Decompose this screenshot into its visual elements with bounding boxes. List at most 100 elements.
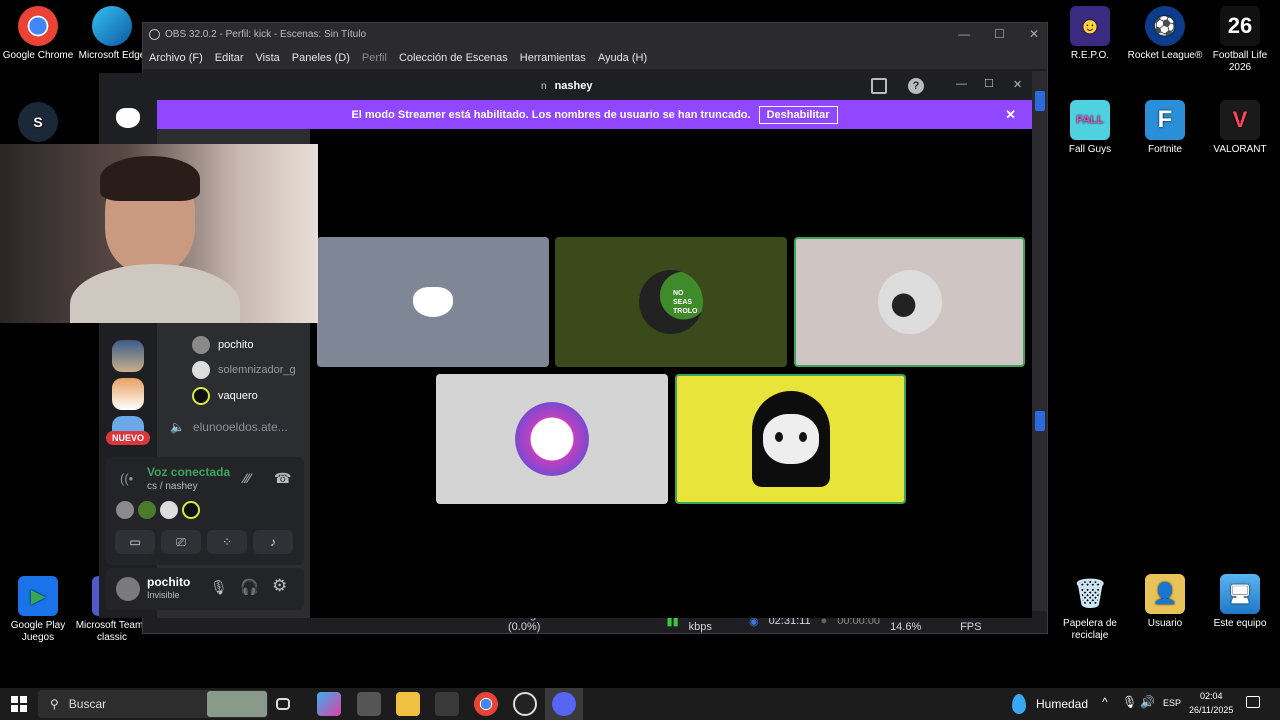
microphone-icon[interactable]: 🎙: [210, 579, 228, 596]
menu-vista[interactable]: Vista: [256, 52, 280, 64]
desktop-icon-label: Papelera de reciclaje: [1063, 618, 1117, 641]
desktop-icon-this-pc[interactable]: 🖥 Este equipo: [1202, 574, 1278, 630]
desktop-icon-label: Este equipo: [1213, 618, 1267, 629]
avatar[interactable]: [116, 577, 140, 601]
file-explorer-icon[interactable]: [396, 692, 420, 716]
avatar: [182, 501, 200, 519]
desktop-icon-edge[interactable]: Microsoft Edge: [74, 6, 150, 62]
weather-text[interactable]: Humedad: [1036, 697, 1088, 711]
close-banner-icon[interactable]: ✕: [1005, 107, 1016, 123]
discord-home-icon[interactable]: [116, 108, 140, 128]
search-highlight-image: [207, 691, 267, 717]
desktop-icon-label: Usuario: [1147, 618, 1183, 629]
user-name[interactable]: pochito: [147, 575, 190, 589]
camera-off-button[interactable]: ▭: [115, 530, 155, 554]
rocket-league-icon: ⚽: [1145, 6, 1185, 46]
microphone-tray-icon[interactable]: 🎙: [1122, 695, 1137, 709]
voice-user-name: solemnizador_g: [218, 364, 296, 376]
discord-taskbar-icon[interactable]: [552, 692, 576, 716]
clock-date[interactable]: 26/11/2025: [1189, 705, 1233, 715]
desktop-icon-label: Fall Guys: [1068, 144, 1112, 155]
desktop-icon-fall-guys[interactable]: FALL Fall Guys: [1052, 100, 1128, 156]
app-icon[interactable]: [357, 692, 381, 716]
fortnite-icon: F: [1145, 100, 1185, 140]
maximize-icon[interactable]: ☐: [984, 77, 994, 90]
disconnect-icon[interactable]: ☎: [274, 470, 291, 487]
menu-herramientas[interactable]: Herramientas: [520, 52, 586, 64]
inbox-icon[interactable]: [871, 78, 887, 94]
menu-editar[interactable]: Editar: [215, 52, 244, 64]
minimize-icon[interactable]: —: [956, 78, 967, 90]
server-icon[interactable]: [112, 340, 144, 372]
dock-scroll-highlight[interactable]: [1035, 91, 1045, 111]
streamer-mode-banner: El modo Streamer está habilitado. Los no…: [157, 100, 1032, 129]
server-icon[interactable]: [112, 378, 144, 410]
copilot-icon[interactable]: [317, 692, 341, 716]
voice-channel-item[interactable]: 🔈 elunooeldos.ate...: [170, 420, 288, 434]
menu-perfil[interactable]: Perfil: [362, 52, 387, 64]
activities-button[interactable]: ⁘: [207, 530, 247, 554]
signal-icon: ((•: [120, 471, 134, 486]
clock-time[interactable]: 02:04: [1200, 691, 1223, 701]
desktop-icon-chrome[interactable]: Google Chrome: [0, 6, 76, 62]
volume-icon[interactable]: 🔊: [1140, 695, 1155, 709]
desktop-icon-label: Fortnite: [1148, 144, 1182, 155]
voice-user-name: vaquero: [218, 390, 258, 402]
chrome-taskbar-icon[interactable]: [474, 692, 498, 716]
desktop-icon-steam[interactable]: S: [0, 102, 76, 146]
participant-tile-art[interactable]: [436, 374, 668, 504]
task-view-icon[interactable]: [276, 698, 290, 710]
soundboard-button[interactable]: ♪: [253, 530, 293, 554]
participant-tile-green[interactable]: NO SEAS TROLO: [555, 237, 787, 367]
desktop-icon-google-play[interactable]: ▶ Google Play Juegos: [0, 576, 76, 644]
minimize-icon[interactable]: —: [958, 27, 970, 41]
edge-icon: [92, 6, 132, 46]
headphones-icon[interactable]: 🎧: [240, 578, 259, 596]
noise-suppression-icon[interactable]: ⁄⁄⁄: [244, 470, 251, 486]
participant-tile-speaking[interactable]: [794, 237, 1025, 367]
menu-archivo[interactable]: Archivo (F): [149, 52, 203, 64]
obs-taskbar-icon[interactable]: [513, 692, 537, 716]
screen-share-button[interactable]: ⎚: [161, 530, 201, 554]
notification-icon[interactable]: [1246, 696, 1260, 708]
dock-scroll-highlight-2[interactable]: [1035, 411, 1045, 431]
menu-paneles[interactable]: Paneles (D): [292, 52, 350, 64]
desktop-icon-label: Microsoft Teams classic: [75, 620, 149, 643]
windows-start-icon[interactable]: [11, 696, 27, 712]
desktop-icon-label: Google Chrome: [2, 50, 74, 61]
voice-user[interactable]: vaquero: [192, 387, 258, 405]
desktop-icon-label: Microsoft Edge: [78, 50, 146, 61]
voice-user[interactable]: solemnizador_g: [192, 361, 296, 379]
discord-logo-icon: [413, 287, 453, 317]
desktop-icon-recycle-bin[interactable]: 🗑 Papelera de reciclaje: [1052, 574, 1128, 642]
menu-ayuda[interactable]: Ayuda (H): [598, 52, 647, 64]
tray-chevron-icon[interactable]: ^: [1102, 695, 1108, 709]
discord-window-title: nashey: [554, 80, 593, 92]
recycle-bin-icon: 🗑: [1072, 578, 1108, 609]
voice-status[interactable]: Voz conectada: [147, 465, 230, 479]
language-indicator[interactable]: ESP: [1163, 698, 1181, 708]
desktop-icon-repo[interactable]: ☻ R.E.P.O.: [1052, 6, 1128, 62]
valorant-icon: V: [1220, 100, 1260, 140]
desktop-icon-rocket-league[interactable]: ⚽ Rocket League®: [1127, 6, 1203, 62]
disable-streamer-mode-button[interactable]: Deshabilitar: [758, 105, 838, 124]
voice-channel-path[interactable]: cs / nashey: [147, 481, 198, 492]
desktop-icon-valorant[interactable]: V VALORANT: [1202, 100, 1278, 156]
participant-tile-discord-default[interactable]: [317, 237, 549, 367]
desktop-icon-user-folder[interactable]: 👤 Usuario: [1127, 574, 1203, 630]
voice-user[interactable]: pochito: [192, 336, 253, 354]
menu-coleccion-escenas[interactable]: Colección de Escenas: [399, 52, 508, 64]
maximize-icon[interactable]: ☐: [994, 27, 1005, 41]
desktop-icon-fortnite[interactable]: F Fortnite: [1127, 100, 1203, 156]
new-badge[interactable]: NUEVO: [106, 431, 151, 445]
desktop-icon-football-life[interactable]: 26 Football Life 2026: [1202, 6, 1278, 74]
pen-app-icon[interactable]: [435, 692, 459, 716]
settings-gear-icon[interactable]: ⚙: [272, 576, 287, 596]
weather-icon[interactable]: [1012, 694, 1026, 714]
close-icon[interactable]: ✕: [1029, 27, 1039, 41]
participant-tile-yellow[interactable]: [675, 374, 906, 504]
close-icon[interactable]: ✕: [1013, 78, 1022, 91]
voice-user-name: pochito: [218, 339, 254, 351]
help-icon[interactable]: ?: [908, 78, 924, 94]
chrome-icon: [18, 6, 58, 46]
